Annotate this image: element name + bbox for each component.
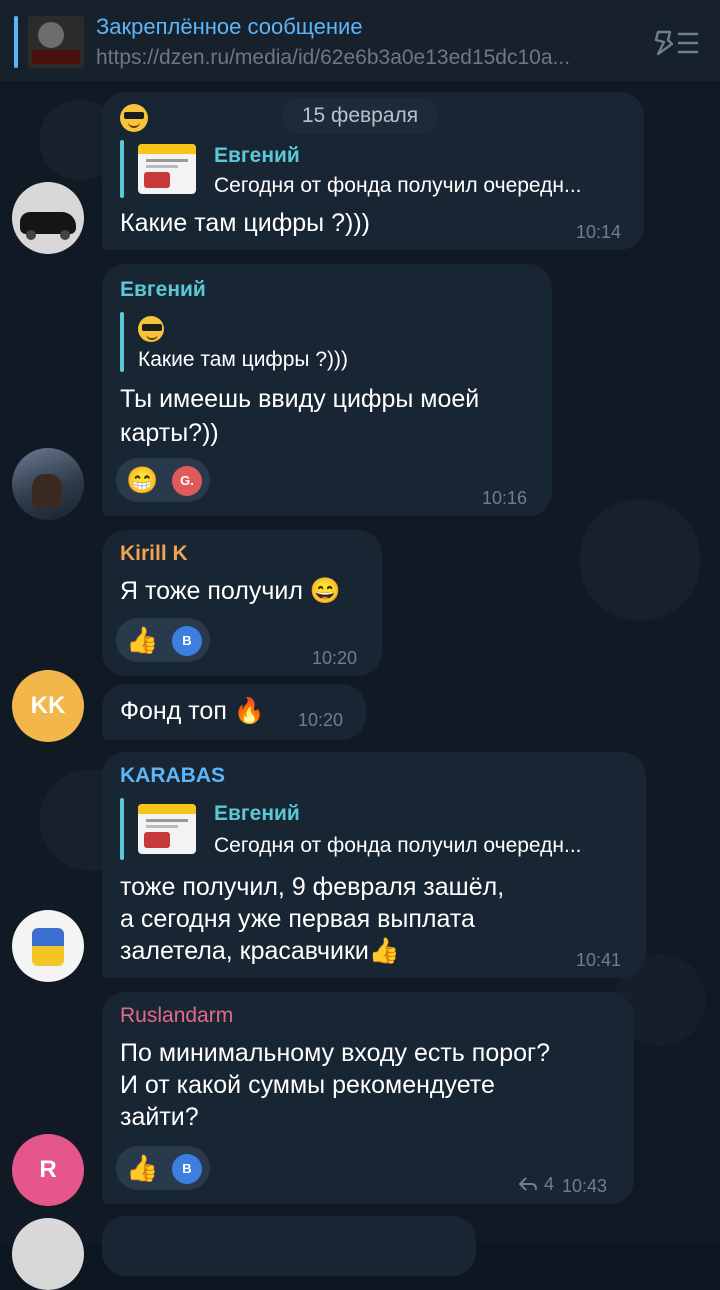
reply-sender: Евгений (214, 144, 300, 167)
avatar-fist[interactable] (12, 910, 84, 982)
message-bubble[interactable]: KARABAS Евгений Сегодня от фонда получил… (102, 752, 646, 978)
reactor-avatar: B (172, 626, 202, 656)
reply-thumbnail (138, 144, 196, 194)
reply-text: Какие там цифры ?))) (138, 348, 348, 371)
reaction-chip[interactable]: 😁 G. (116, 458, 210, 502)
pinned-thumbnail (28, 16, 84, 68)
message-time: 10:14 (576, 222, 622, 242)
message-text: Какие там цифры ?))) (120, 209, 370, 237)
avatar-initials-text: R (39, 1156, 57, 1183)
message-time: 10:16 (482, 488, 528, 508)
pinned-message-bar[interactable]: Закреплённое сообщение https://dzen.ru/m… (0, 0, 720, 83)
sunglasses-emoji-icon (120, 104, 148, 132)
reactor-avatar: B (172, 1154, 202, 1184)
grin-emoji-icon: 😁 (126, 465, 159, 495)
message-bubble[interactable]: Евгений Какие там цифры ?))) Ты имеешь в… (102, 264, 552, 516)
message-text-line: а сегодня уже первая выплата (120, 905, 475, 933)
pinned-indicator (14, 16, 18, 68)
reactor-avatar: G. (172, 466, 202, 496)
message-time: 10:20 (312, 648, 358, 668)
pinned-title: Закреплённое сообщение (96, 14, 363, 39)
message-text-line: тоже получил, 9 февраля зашёл, (120, 873, 505, 901)
avatar-initials[interactable]: R (12, 1134, 84, 1206)
message-text-line: карты?)) (120, 419, 219, 447)
message-text-line: зайти? (120, 1103, 199, 1131)
reaction-chip[interactable]: 👍 B (116, 618, 210, 662)
reply-preview[interactable]: Какие там цифры ?))) (120, 312, 540, 372)
message-text-line: И от какой суммы рекомендуете (120, 1071, 495, 1099)
reply-preview[interactable]: Евгений Сегодня от фонда получил очередн… (120, 140, 630, 198)
message-text: Я тоже получил 😄 (120, 577, 341, 605)
message-bubble[interactable]: Ruslandarm По минимальному входу есть по… (102, 992, 634, 1204)
avatar-partial[interactable] (12, 1218, 84, 1290)
reply-text: Сегодня от фонда получил очередн... (214, 174, 582, 197)
sender-name: Ruslandarm (120, 1004, 234, 1027)
message-bubble[interactable]: Kirill K Я тоже получил 😄 👍 B 10:20 (102, 530, 382, 676)
thumbs-up-emoji-icon: 👍 (126, 1153, 159, 1183)
pinned-list-icon[interactable] (654, 26, 700, 58)
message-bubble[interactable]: Фонд топ 🔥 10:20 (102, 684, 366, 740)
reaction-chip[interactable]: 👍 B (116, 1146, 210, 1190)
message-time: 10:43 (562, 1176, 608, 1196)
replies-count: 4 (544, 1174, 555, 1194)
message-text-line: залетела, красавчики👍 (120, 937, 400, 965)
message-text-line: По минимальному входу есть порог? (120, 1039, 551, 1067)
date-divider: 15 февраля (282, 98, 438, 134)
message-bubble-partial[interactable] (102, 1216, 476, 1276)
sender-name: Kirill K (120, 542, 188, 565)
sunglasses-emoji-icon (138, 316, 164, 342)
reply-text: Сегодня от фонда получил очередн... (214, 834, 582, 857)
message-text: Фонд топ 🔥 (120, 697, 265, 725)
reply-arrow-icon (518, 1177, 537, 1191)
message-text-line: Ты имеешь ввиду цифры моей (120, 385, 480, 413)
sender-name: Евгений (120, 278, 206, 301)
avatar-car[interactable] (12, 182, 84, 254)
thumbs-up-emoji-icon: 👍 (126, 625, 159, 655)
reply-thumbnail (138, 804, 196, 854)
avatar-initials-text: KK (30, 692, 66, 719)
message-time: 10:41 (576, 950, 622, 970)
reply-preview[interactable]: Евгений Сегодня от фонда получил очередн… (120, 798, 630, 860)
avatar-initials[interactable]: KK (12, 670, 84, 742)
pinned-url: https://dzen.ru/media/id/62e6b3a0e13ed15… (96, 46, 571, 69)
message-time: 10:20 (298, 710, 344, 730)
sender-name: KARABAS (120, 764, 225, 787)
avatar-photo[interactable] (12, 448, 84, 520)
reply-sender: Евгений (214, 802, 300, 825)
